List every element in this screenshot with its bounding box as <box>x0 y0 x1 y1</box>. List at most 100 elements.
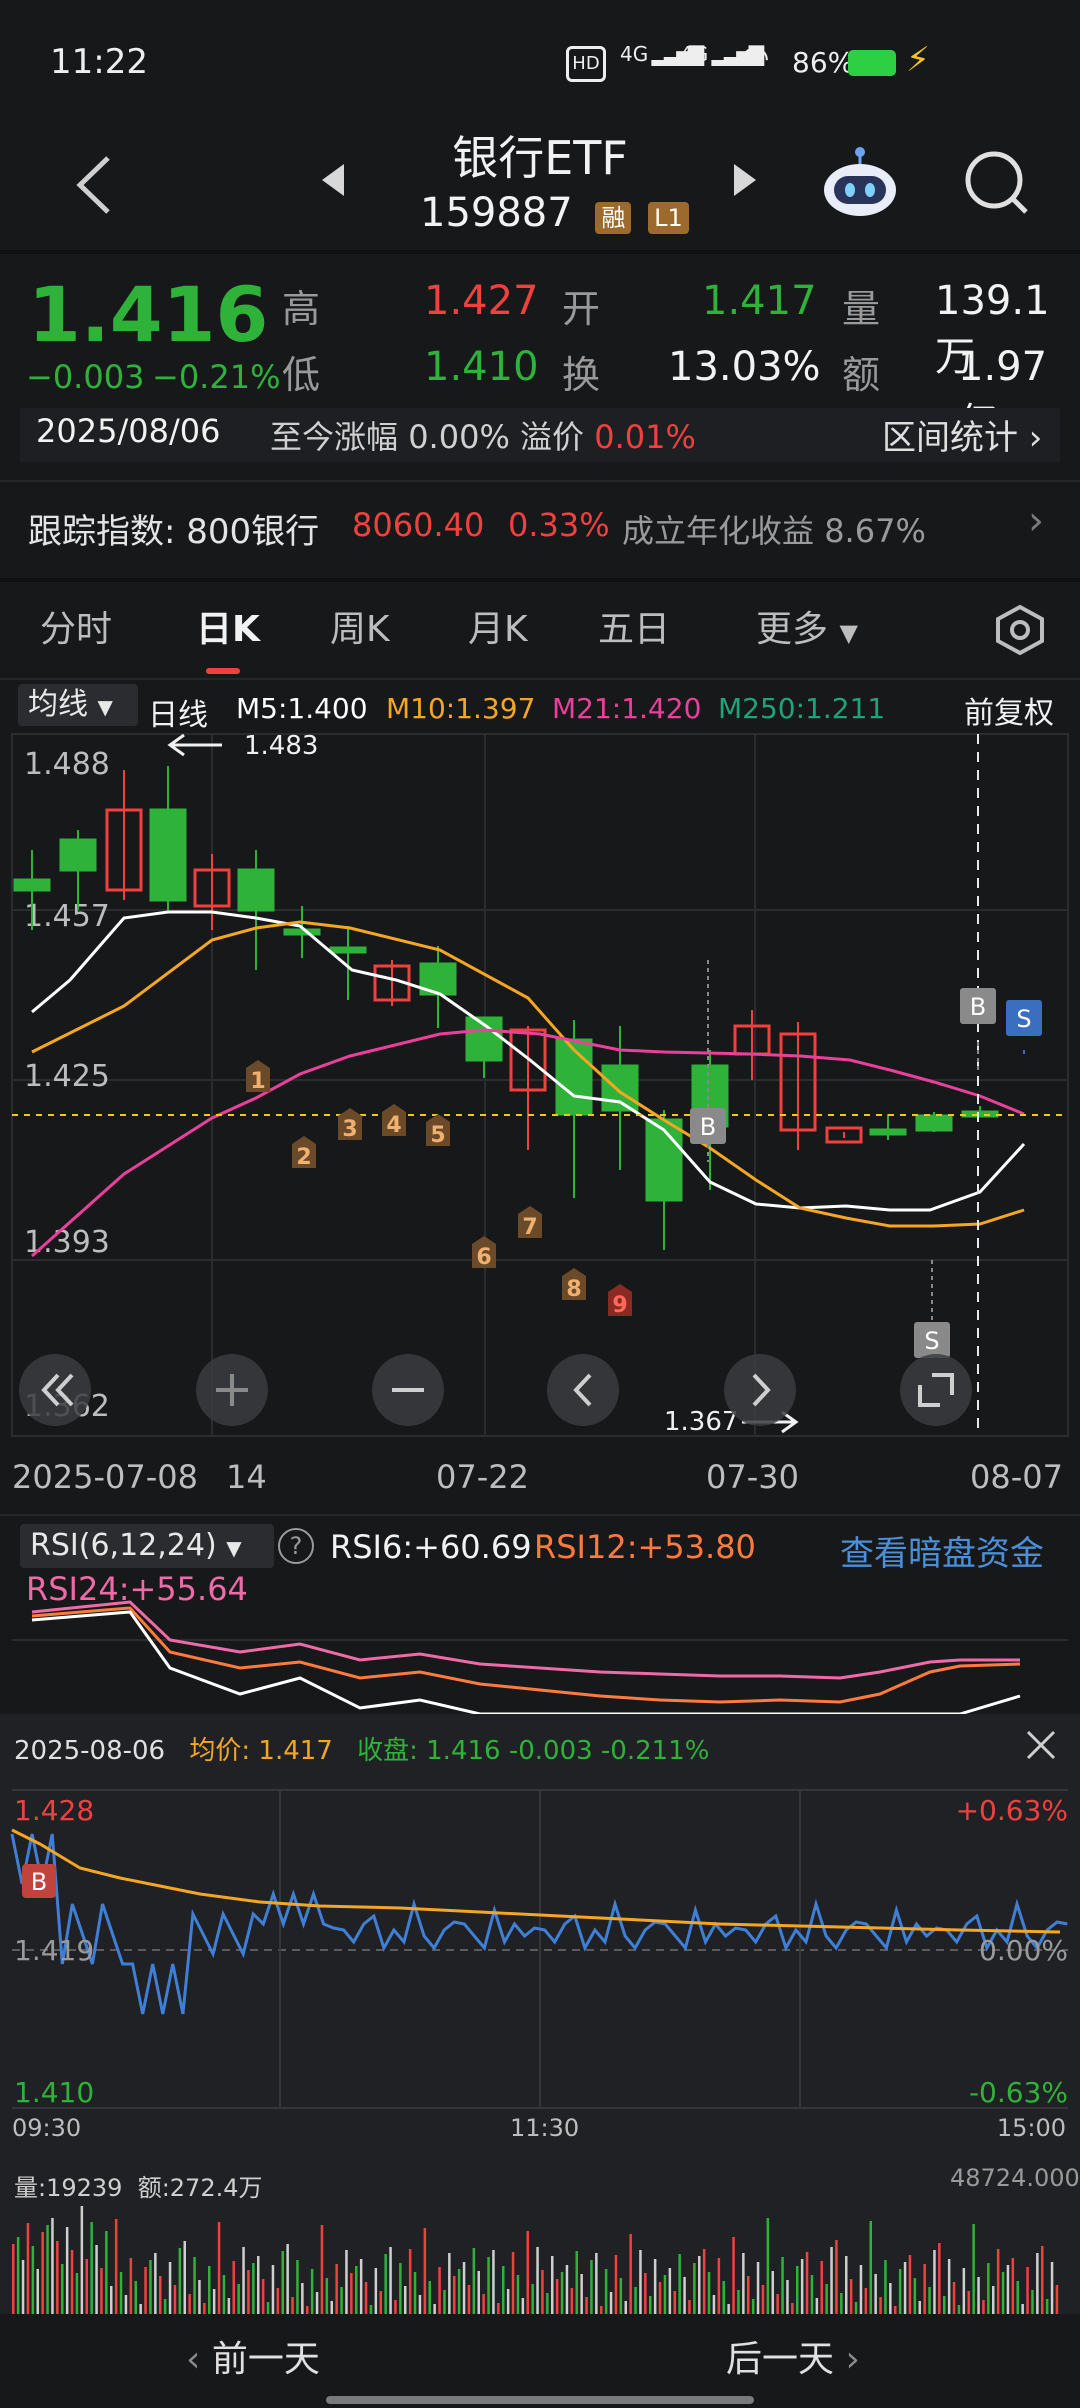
tab-weekly-k[interactable]: 周K <box>330 600 390 652</box>
time-mid: 11:30 <box>510 2114 579 2142</box>
open-label: 开 <box>562 287 601 331</box>
volume-bar <box>781 2257 784 2314</box>
price-change: −0.003 <box>26 358 145 396</box>
range-stats-button[interactable]: 区间统计 › <box>882 410 1042 459</box>
volume-bar <box>947 2259 951 2314</box>
svg-text:S: S <box>1016 1005 1031 1033</box>
margin-badge: 融 <box>595 202 632 234</box>
x-label: 2025-07-08 <box>12 1458 198 1496</box>
volume-bar <box>379 2291 382 2314</box>
candlestick <box>733 1010 771 1080</box>
chevron-left-icon: ‹ <box>186 2339 212 2380</box>
tracking-index-row[interactable]: 跟踪指数: 800银行 8060.40 0.33% 成立年化收益 8.67% › <box>0 490 1080 570</box>
volume-bar <box>551 2256 554 2314</box>
volume-bar <box>90 2222 93 2314</box>
rsi-select[interactable]: RSI(6,12,24) ▼ <box>20 1524 274 1568</box>
svg-text:9: 9 <box>612 1293 627 1318</box>
pattern-marker: 2 <box>292 1136 316 1170</box>
volume-bar <box>144 2267 147 2314</box>
volume-bar <box>105 2231 108 2314</box>
fast-back-button[interactable] <box>19 1354 91 1426</box>
tab-monthly-k[interactable]: 月K <box>468 600 528 652</box>
volume-bar <box>541 2270 544 2314</box>
volume-label: 量 <box>842 287 881 331</box>
volume-bar <box>585 2297 588 2314</box>
volume-bar <box>149 2260 152 2314</box>
volume-bar <box>810 2275 814 2314</box>
x-label: 14 <box>226 1458 267 1496</box>
svg-text:4: 4 <box>386 1113 401 1138</box>
intraday-date: 2025-08-06 <box>14 1736 166 1766</box>
volume-bar <box>928 2287 931 2314</box>
zoom-out-button[interactable] <box>372 1354 444 1426</box>
svg-text:B: B <box>970 993 986 1021</box>
volume-bar <box>776 2294 779 2314</box>
volume-bar <box>61 2264 64 2314</box>
volume-bar <box>761 2285 765 2314</box>
volume-bar <box>894 2306 897 2314</box>
tab-daily-k[interactable]: 日K <box>196 600 260 652</box>
battery-percent: 86% <box>792 46 855 79</box>
kline-chart[interactable]: 1.488 1.457 1.425 1.393 1.362 1.483 1.36… <box>0 730 1080 1520</box>
price-change-pct: −0.21% <box>152 358 281 396</box>
volume-bar <box>85 2259 88 2314</box>
intraday-chart[interactable]: 1.428 1.419 1.410 +0.63% 0.00% -0.63% B … <box>0 1784 1080 2164</box>
back-button[interactable] <box>70 150 120 220</box>
volume-bar <box>791 2303 794 2314</box>
ma-select[interactable]: 均线 ▼ <box>18 684 138 726</box>
candlestick <box>555 1020 593 1198</box>
svg-text:1: 1 <box>250 1069 265 1094</box>
volume-bar <box>408 2249 412 2314</box>
volume-bar <box>874 2274 877 2314</box>
volume-bar <box>345 2250 348 2314</box>
candlestick <box>283 906 321 958</box>
next-stock-button[interactable] <box>730 160 760 204</box>
settings-hex-icon[interactable] <box>994 604 1046 660</box>
volume-bar <box>1031 2290 1034 2314</box>
prev-stock-button[interactable] <box>318 160 348 204</box>
prev-day-button[interactable]: ‹ 前一天 <box>186 2330 320 2382</box>
ma10-value: M10:1.397 <box>386 692 536 725</box>
volume-bar <box>281 2251 284 2314</box>
scroll-left-button[interactable] <box>547 1354 619 1426</box>
help-icon[interactable]: ? <box>278 1528 314 1564</box>
volume-bar <box>114 2219 118 2314</box>
search-icon[interactable] <box>962 148 1032 222</box>
scroll-right-button[interactable] <box>724 1354 796 1426</box>
volume-bar <box>364 2282 368 2314</box>
adjust-mode[interactable]: 前复权 <box>964 688 1054 732</box>
volume-bar <box>903 2262 907 2314</box>
volume-bar <box>766 2218 770 2314</box>
volume-bar <box>590 2260 593 2314</box>
battery-icon <box>848 50 896 76</box>
close-icon[interactable] <box>1024 1728 1058 1766</box>
intraday-pct-low: -0.63% <box>969 2076 1068 2109</box>
zoom-in-button[interactable] <box>196 1354 268 1426</box>
volume-bar <box>237 2284 240 2314</box>
candlestick <box>105 770 143 900</box>
volume-bar <box>487 2257 490 2314</box>
fullscreen-button[interactable] <box>900 1354 972 1426</box>
volume-bar <box>457 2269 461 2314</box>
turnover-value: 13.03% <box>668 344 821 390</box>
volume-bar <box>1055 2285 1059 2314</box>
volume-bar <box>369 2305 373 2314</box>
tab-intraday[interactable]: 分时 <box>40 600 112 652</box>
volume-bar <box>712 2295 716 2314</box>
tab-more[interactable]: 更多 ▼ <box>756 600 858 652</box>
next-day-button[interactable]: 后一天 › <box>726 2330 860 2382</box>
chevron-right-icon: › <box>834 2339 860 2380</box>
pattern-marker: 7 <box>518 1206 542 1240</box>
volume-bar <box>796 2266 799 2314</box>
gain-info: 至今涨幅 0.00% 溢价 0.01% <box>270 418 696 456</box>
high-label: 高 <box>282 287 321 331</box>
volume-bar <box>609 2292 613 2314</box>
volume-bar <box>173 2285 177 2314</box>
volume-bar <box>884 2260 887 2314</box>
x-label: 08-07 <box>970 1458 1063 1496</box>
tab-five-day[interactable]: 五日 <box>598 600 670 652</box>
annual-return: 成立年化收益 8.67% <box>622 512 926 550</box>
volume-bar <box>325 2278 329 2314</box>
volume-bar <box>658 2282 662 2314</box>
robot-assistant-icon[interactable] <box>820 140 900 224</box>
